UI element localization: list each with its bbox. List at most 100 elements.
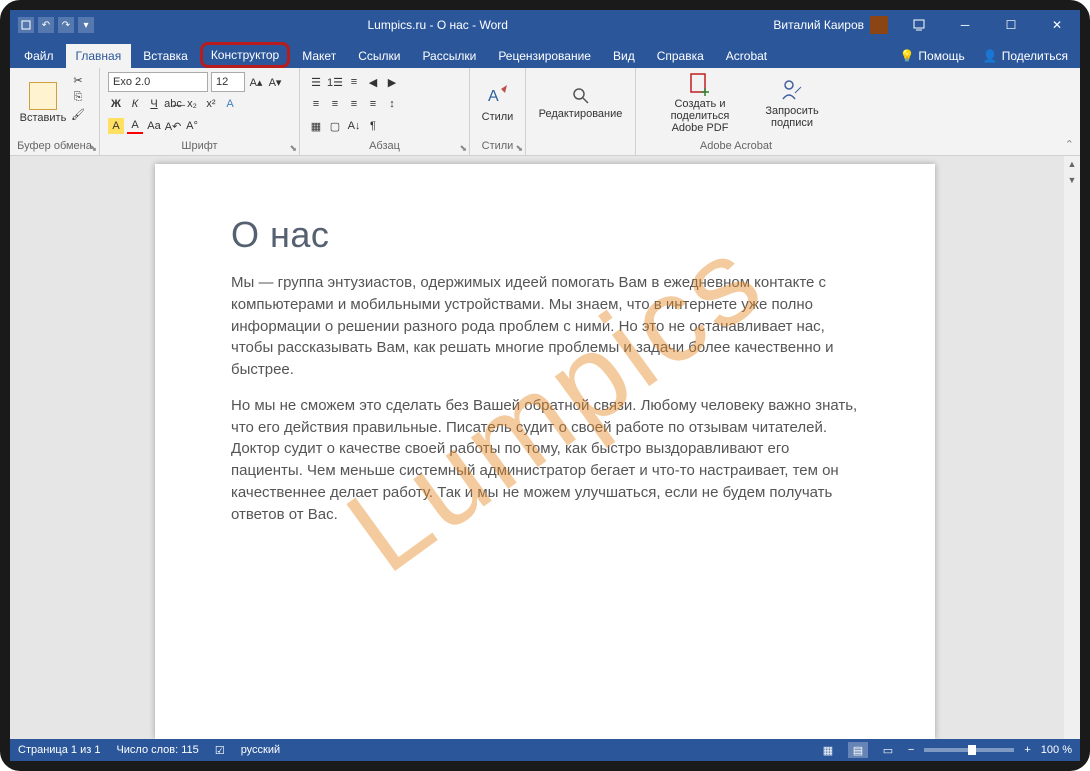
character-shading-icon[interactable]: A° bbox=[184, 118, 200, 134]
language-indicator[interactable]: русский bbox=[241, 744, 280, 756]
tab-home[interactable]: Главная bbox=[66, 44, 132, 68]
share-icon: 👤 bbox=[983, 49, 998, 63]
paste-button[interactable]: Вставить bbox=[18, 72, 68, 134]
dialog-launcher-icon[interactable]: ⬊ bbox=[289, 143, 297, 154]
window-title: Lumpics.ru - О нас - Word bbox=[102, 18, 773, 32]
tab-insert[interactable]: Вставка bbox=[133, 44, 198, 68]
align-left-icon[interactable]: ≡ bbox=[308, 96, 324, 112]
group-editing: Редактирование bbox=[526, 68, 636, 155]
show-marks-icon[interactable]: ¶ bbox=[365, 118, 381, 134]
text-effects-icon[interactable]: A bbox=[222, 96, 238, 112]
decrease-indent-icon[interactable]: ◀ bbox=[365, 74, 381, 90]
shading-icon[interactable]: ▦ bbox=[308, 118, 324, 134]
strike-icon[interactable]: ab̶c̶ bbox=[165, 96, 181, 112]
cut-icon[interactable]: ✂ bbox=[70, 72, 86, 88]
tab-view[interactable]: Вид bbox=[603, 44, 645, 68]
user-name: Виталий Каиров bbox=[773, 18, 864, 32]
proofing-icon[interactable]: ☑ bbox=[215, 744, 225, 757]
line-spacing-icon[interactable]: ↕ bbox=[384, 96, 400, 112]
maximize-button[interactable]: ☐ bbox=[988, 10, 1034, 40]
dialog-launcher-icon[interactable]: ⬊ bbox=[515, 143, 523, 154]
styles-button[interactable]: A Стили bbox=[478, 72, 517, 134]
group-styles: A Стили Стили ⬊ bbox=[470, 68, 526, 155]
svg-text:A: A bbox=[488, 88, 499, 105]
italic-icon[interactable]: К bbox=[127, 96, 143, 112]
sign-icon bbox=[779, 77, 805, 103]
search-icon bbox=[571, 86, 591, 106]
editing-button[interactable]: Редактирование bbox=[534, 72, 627, 134]
ribbon: Вставить ✂ ⎘ 🖌 Буфер обмена ⬊ Exo 2.0 12… bbox=[10, 68, 1080, 156]
ribbon-tabs: Файл Главная Вставка Конструктор Макет С… bbox=[10, 40, 1080, 68]
read-mode-icon[interactable]: ▦ bbox=[818, 742, 838, 758]
bullets-icon[interactable]: ☰ bbox=[308, 74, 324, 90]
change-case-icon[interactable]: Aa bbox=[146, 118, 162, 134]
undo-icon[interactable]: ↶ bbox=[38, 17, 54, 33]
print-layout-icon[interactable]: ▤ bbox=[848, 742, 868, 758]
dialog-launcher-icon[interactable]: ⬊ bbox=[459, 143, 467, 154]
autosave-icon[interactable] bbox=[18, 17, 34, 33]
justify-icon[interactable]: ≡ bbox=[365, 96, 381, 112]
font-name-combo[interactable]: Exo 2.0 bbox=[108, 72, 208, 92]
tab-layout[interactable]: Макет bbox=[292, 44, 346, 68]
numbering-icon[interactable]: 1☰ bbox=[327, 74, 343, 90]
format-painter-icon[interactable]: 🖌 bbox=[70, 106, 86, 122]
group-clipboard: Вставить ✂ ⎘ 🖌 Буфер обмена ⬊ bbox=[10, 68, 100, 155]
ribbon-options-icon[interactable] bbox=[896, 10, 942, 40]
create-pdf-button[interactable]: Создать и поделиться Adobe PDF bbox=[645, 72, 755, 134]
tab-mailings[interactable]: Рассылки bbox=[412, 44, 486, 68]
align-right-icon[interactable]: ≡ bbox=[346, 96, 362, 112]
share-button[interactable]: 👤Поделиться bbox=[975, 44, 1076, 68]
close-button[interactable]: ✕ bbox=[1034, 10, 1080, 40]
grow-font-icon[interactable]: A▴ bbox=[248, 74, 264, 90]
align-center-icon[interactable]: ≡ bbox=[327, 96, 343, 112]
scroll-up-icon[interactable]: ▲ bbox=[1064, 156, 1080, 172]
underline-icon[interactable]: Ч bbox=[146, 96, 162, 112]
tab-help[interactable]: Справка bbox=[647, 44, 714, 68]
zoom-out-icon[interactable]: − bbox=[908, 744, 914, 756]
avatar bbox=[870, 16, 888, 34]
request-sign-button[interactable]: Запросить подписи bbox=[757, 72, 827, 134]
zoom-in-icon[interactable]: + bbox=[1024, 744, 1030, 756]
multilevel-icon[interactable]: ≡ bbox=[346, 74, 362, 90]
tab-design[interactable]: Конструктор bbox=[200, 42, 290, 68]
pdf-icon bbox=[687, 72, 713, 96]
font-size-combo[interactable]: 12 bbox=[211, 72, 245, 92]
paragraph: Мы — группа энтузиастов, одержимых идеей… bbox=[231, 272, 859, 381]
page-indicator[interactable]: Страница 1 из 1 bbox=[18, 744, 100, 756]
bold-icon[interactable]: Ж bbox=[108, 96, 124, 112]
minimize-button[interactable]: ─ bbox=[942, 10, 988, 40]
highlight-icon[interactable]: A bbox=[108, 118, 124, 134]
quick-access: ↶ ↷ ▾ bbox=[10, 17, 102, 33]
tab-references[interactable]: Ссылки bbox=[348, 44, 410, 68]
vertical-scrollbar[interactable]: ▲ ▼ bbox=[1064, 156, 1080, 739]
subscript-icon[interactable]: x₂ bbox=[184, 96, 200, 112]
zoom-level[interactable]: 100 % bbox=[1041, 744, 1072, 756]
clear-format-icon[interactable]: A↶ bbox=[165, 118, 181, 134]
web-layout-icon[interactable]: ▭ bbox=[878, 742, 898, 758]
redo-icon[interactable]: ↷ bbox=[58, 17, 74, 33]
superscript-icon[interactable]: x² bbox=[203, 96, 219, 112]
tab-review[interactable]: Рецензирование bbox=[488, 44, 601, 68]
styles-icon: A bbox=[485, 83, 511, 109]
title-bar: ↶ ↷ ▾ Lumpics.ru - О нас - Word Виталий … bbox=[10, 10, 1080, 40]
status-bar: Страница 1 из 1 Число слов: 115 ☑ русски… bbox=[10, 739, 1080, 761]
collapse-ribbon-icon[interactable]: ⌃ bbox=[836, 68, 1080, 155]
tab-acrobat[interactable]: Acrobat bbox=[716, 44, 777, 68]
font-color-icon[interactable]: A bbox=[127, 118, 143, 134]
tell-me[interactable]: 💡Помощь bbox=[891, 44, 972, 68]
increase-indent-icon[interactable]: ▶ bbox=[384, 74, 400, 90]
word-count[interactable]: Число слов: 115 bbox=[116, 744, 198, 756]
tab-file[interactable]: Файл bbox=[14, 44, 64, 68]
document-page[interactable]: Lumpics О нас Мы — группа энтузиастов, о… bbox=[155, 164, 935, 739]
user-area[interactable]: Виталий Каиров bbox=[773, 16, 896, 34]
paste-icon bbox=[29, 82, 57, 110]
sort-icon[interactable]: A↓ bbox=[346, 118, 362, 134]
zoom-slider[interactable] bbox=[924, 748, 1014, 752]
dialog-launcher-icon[interactable]: ⬊ bbox=[89, 143, 97, 154]
scroll-down-icon[interactable]: ▼ bbox=[1064, 172, 1080, 188]
borders-icon[interactable]: ▢ bbox=[327, 118, 343, 134]
shrink-font-icon[interactable]: A▾ bbox=[267, 74, 283, 90]
copy-icon[interactable]: ⎘ bbox=[70, 89, 86, 105]
qat-dropdown-icon[interactable]: ▾ bbox=[78, 17, 94, 33]
paragraph: Но мы не сможем это сделать без Вашей об… bbox=[231, 395, 859, 526]
